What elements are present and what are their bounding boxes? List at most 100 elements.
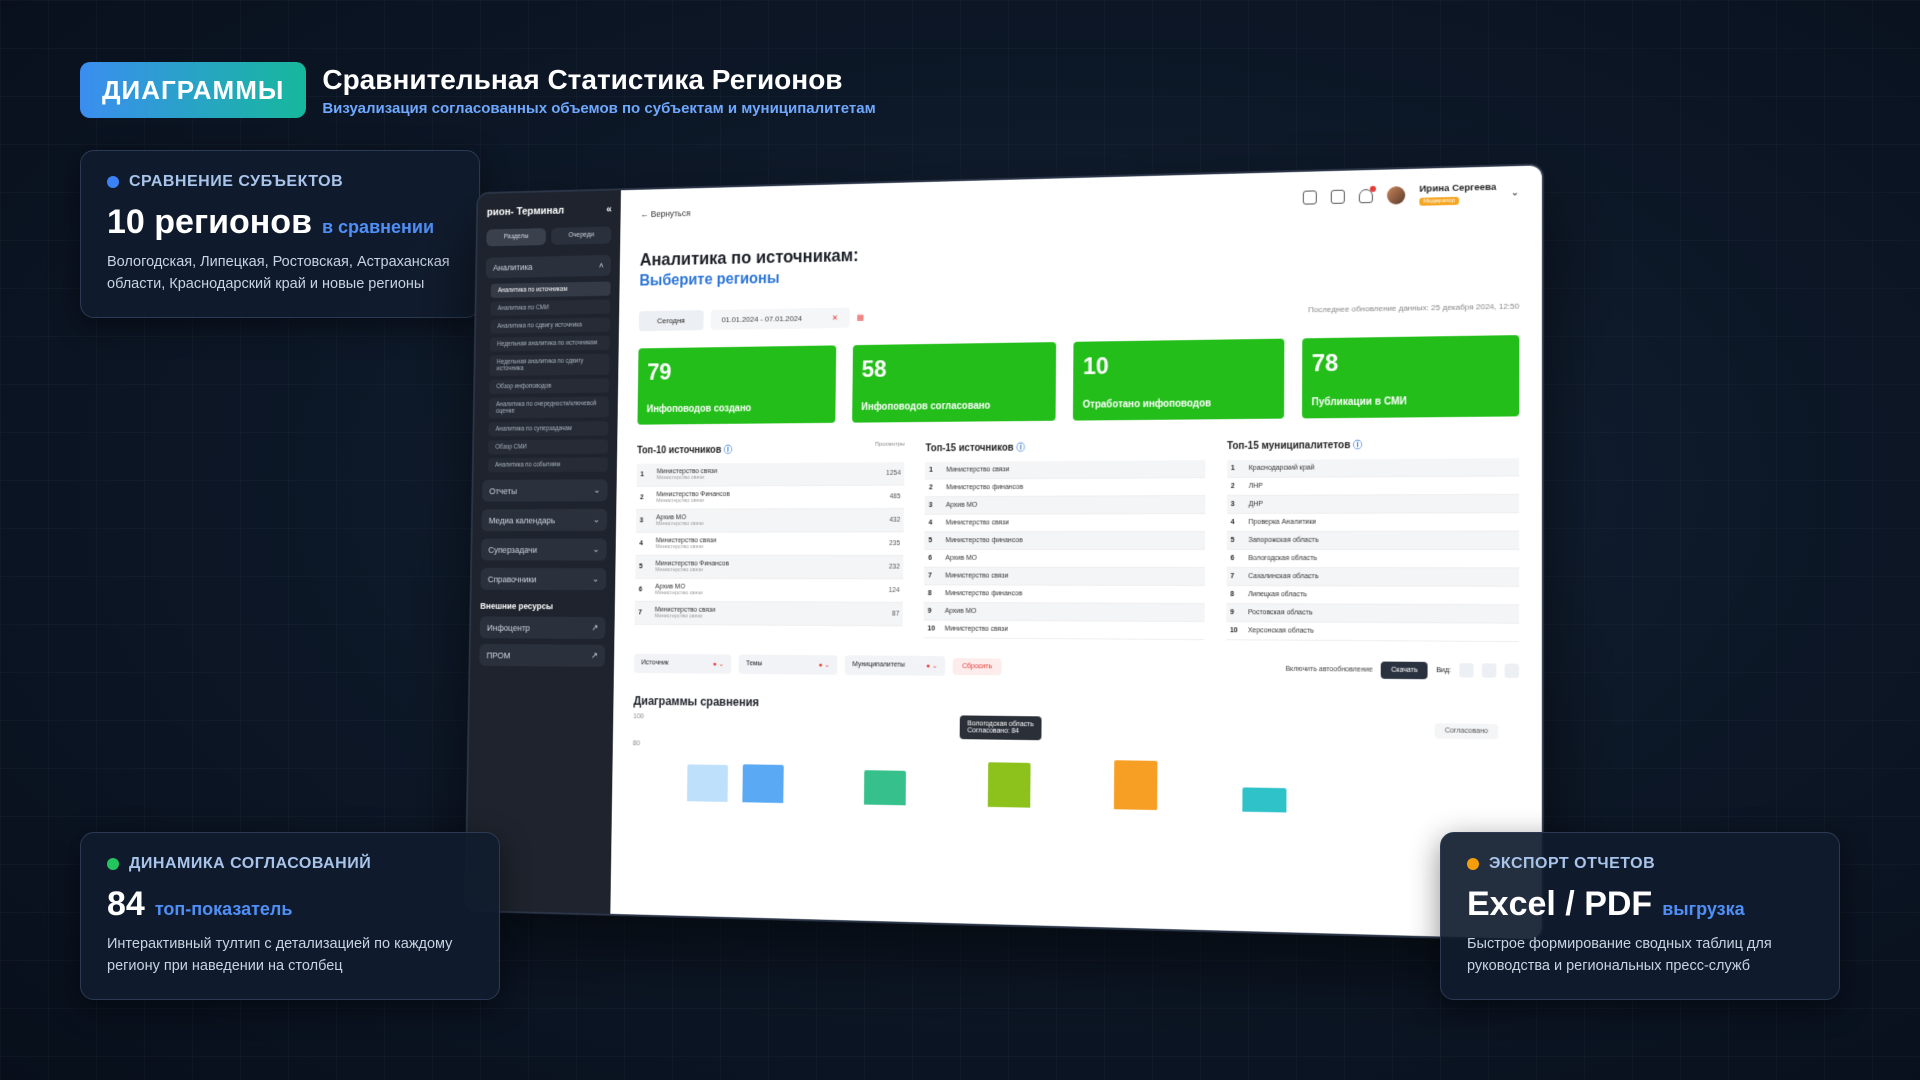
row-value: 124 — [888, 587, 900, 595]
stats-row: 79 Инфоповодов создано 58 Инфоповодов согла… — [637, 335, 1520, 425]
topics-select[interactable]: Темы ● ⌄ — [738, 654, 838, 675]
table-row[interactable]: 7 Сахалинская область — [1226, 568, 1520, 587]
external-link[interactable]: Инфоцентр ↗ — [479, 616, 606, 640]
table-row[interactable]: 5 Министерство Финансов Министерство связи… — [635, 555, 904, 580]
table-row[interactable]: 3 Архив МО Министерство связи 432 — [635, 508, 905, 533]
table-row[interactable]: 5 Запорожская область — [1226, 531, 1520, 550]
row-rank: 9 — [1230, 609, 1234, 617]
sidebar-subitem[interactable]: Аналитика по событиям — [487, 457, 609, 473]
table-row[interactable]: 3 Архив МО — [924, 496, 1205, 515]
sources-select[interactable]: Источник ● ⌄ — [633, 653, 732, 674]
row-rank: 2 — [639, 494, 644, 502]
calendar-icon[interactable]: ▦ — [857, 313, 864, 322]
table-row[interactable]: 2 Министерство финансов — [925, 478, 1206, 498]
sidebar-group[interactable]: Справочники ⌄ — [480, 568, 607, 591]
table-row[interactable]: 2 Министерство Финансов Министерство связи… — [636, 485, 905, 510]
table-row[interactable]: 7 Министерство связи — [924, 567, 1205, 587]
avatar[interactable] — [1387, 186, 1406, 205]
add-icon[interactable] — [1330, 189, 1345, 204]
card-label: СРАВНЕНИЕ СУБЪЕКТОВ — [129, 173, 344, 190]
bar-view-icon[interactable] — [1481, 663, 1497, 678]
table-row[interactable]: 6 Архив МО Министерство связи 124 — [634, 578, 904, 603]
municipalities-select[interactable]: Муниципалитеты ● ⌄ — [844, 655, 946, 676]
table-view-icon[interactable] — [1459, 663, 1474, 678]
table-row[interactable]: 3 ДНР — [1226, 494, 1520, 514]
autoupdate-toggle[interactable]: Включить автообновление — [1285, 665, 1372, 673]
external-link[interactable]: ПРОМ ↗ — [479, 643, 606, 667]
row-rank: 7 — [638, 609, 642, 617]
info-icon[interactable]: ⓘ — [724, 445, 732, 455]
row-rank: 7 — [1230, 573, 1235, 581]
table-row[interactable]: 8 Липецкая область — [1226, 586, 1520, 606]
select-label: Источник — [641, 659, 669, 667]
table-row[interactable]: 6 Вологодская область — [1226, 550, 1520, 569]
sidebar-group[interactable]: Суперзадачи ⌄ — [481, 538, 607, 561]
table-row[interactable]: 4 Проверка Аналитики — [1226, 513, 1520, 532]
table-row[interactable]: 10 Министерство связи — [923, 620, 1205, 641]
chart-bar[interactable] — [742, 763, 784, 804]
users-icon[interactable] — [1302, 190, 1317, 205]
chevron-down-icon: ⌄ — [592, 514, 600, 525]
table-row[interactable]: 1 Краснодарский край — [1226, 458, 1520, 479]
chevron-down-icon[interactable]: ⌄ — [1511, 187, 1520, 198]
row-title: Министерство финансов — [945, 537, 1023, 545]
row-title: Министерство финансов — [945, 590, 1023, 598]
sidebar-subitem[interactable]: Обзор инфоповодов — [489, 378, 610, 395]
row-name: Министерство связи — [946, 465, 1201, 473]
table-row[interactable]: 4 Министерство связи — [924, 514, 1205, 533]
row-rank: 4 — [928, 519, 933, 527]
table-row[interactable]: 10 Херсонская область — [1225, 622, 1520, 643]
row-value: 432 — [889, 516, 901, 524]
chart-bar[interactable] — [1113, 760, 1158, 811]
date-range-input[interactable]: 01.01.2024 - 07.01.2024 ✕ — [710, 307, 850, 331]
sidebar-subitem[interactable]: Аналитика по очередности/ключевой оценке — [488, 396, 609, 419]
table-row[interactable]: 8 Министерство финансов — [924, 585, 1205, 605]
metric-select[interactable]: Согласовано — [1434, 723, 1499, 740]
sidebar-subitem[interactable]: Недельная аналитика по сдвигу источника — [489, 353, 610, 377]
table-row[interactable]: 9 Ростовская область — [1226, 604, 1520, 624]
chart-bar[interactable] — [987, 761, 1031, 808]
chart-bar[interactable] — [1242, 787, 1287, 813]
sidebar-subitem[interactable]: Аналитика по источникам — [490, 281, 611, 298]
collapse-icon[interactable]: « — [606, 204, 612, 215]
today-button[interactable]: Сегодня — [638, 310, 704, 332]
sidebar-subitem[interactable]: Недельная аналитика по источникам — [489, 335, 610, 352]
download-button[interactable]: Скачать — [1380, 661, 1428, 679]
table-row[interactable]: 2 ЛНР — [1226, 476, 1520, 496]
chart-bar[interactable] — [863, 770, 906, 806]
info-icon[interactable]: ⓘ — [1016, 443, 1025, 453]
table-row[interactable]: 6 Архив МО — [924, 550, 1205, 568]
chart-bar[interactable] — [686, 764, 729, 802]
tab-sections[interactable]: Разделы — [486, 228, 547, 247]
row-rank: 5 — [928, 537, 933, 545]
row-rank: 8 — [1230, 591, 1235, 599]
back-link[interactable]: ← Вернуться — [640, 208, 690, 219]
table-row[interactable]: 4 Министерство связи Министерство связи 235 — [635, 532, 904, 556]
sidebar-subitem[interactable]: Аналитика по сдвигу источника — [490, 317, 611, 334]
sidebar-group[interactable]: Медиа календарь ⌄ — [481, 508, 608, 532]
table-row[interactable]: 7 Министерство связи Министерство связи 87 — [634, 601, 904, 627]
table-row[interactable]: 1 Министерство связи — [925, 460, 1206, 480]
clear-icon[interactable]: ✕ — [832, 313, 838, 322]
bell-icon[interactable] — [1358, 188, 1373, 204]
row-title: Архив МО — [945, 501, 978, 509]
row-rank: 8 — [927, 590, 932, 598]
sidebar-subitem[interactable]: Аналитика по суперзадачам — [488, 421, 609, 437]
sidebar-group-label: Медиа календарь — [488, 515, 556, 525]
sidebar-subitem[interactable]: Обзор СМИ — [488, 439, 609, 455]
table-row[interactable]: 1 Министерство связи Министерство связи 125… — [636, 462, 905, 487]
sidebar-group[interactable]: Отчеты ⌄ — [481, 479, 608, 502]
stat-value: 10 — [1082, 353, 1109, 381]
info-icon[interactable]: ⓘ — [1353, 440, 1362, 450]
row-rank: 10 — [927, 625, 936, 633]
line-view-icon[interactable] — [1504, 663, 1520, 679]
y-tick: 100 — [633, 713, 644, 721]
tab-queues[interactable]: Очереди — [551, 226, 612, 245]
reset-button[interactable]: Сбросить — [952, 657, 1002, 675]
table-row[interactable]: 5 Министерство финансов — [924, 532, 1205, 550]
table-row[interactable]: 9 Архив МО — [923, 602, 1205, 623]
sidebar-subitem[interactable]: Аналитика по СМИ — [490, 299, 611, 316]
user-role-badge: Модератор — [1419, 196, 1459, 206]
sidebar-group-analytics[interactable]: Аналитика ˄ — [485, 254, 612, 279]
row-name: Министерство связи — [946, 519, 1201, 526]
